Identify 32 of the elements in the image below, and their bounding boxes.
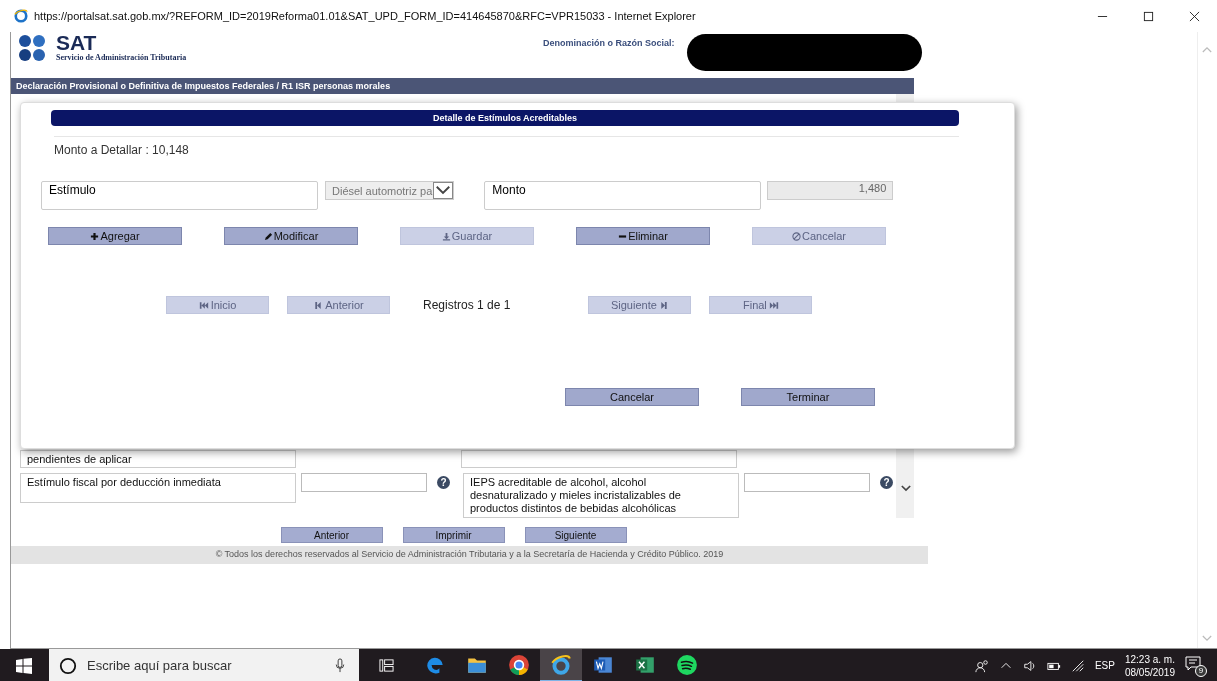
amount-text: Monto a Detallar : 10,148: [54, 136, 959, 157]
amount-field[interactable]: 1,480: [767, 181, 894, 200]
stimulus-dropdown[interactable]: Diésel automotriz pa: [325, 181, 455, 200]
window-title: https://portalsat.sat.gob.mx/?REFORM_ID=2019Reforma01.01&SAT_UPD_FORM_ID=414645870&RFC=VPR15033 - Internet Explorer: [34, 10, 697, 22]
action-button[interactable]: Eliminar: [576, 227, 710, 245]
footer-text: © Todos los derechos reservados al Servicio de Administración Tributaria y a la Secretaría de Hacienda y Crédito Público. 2019: [11, 546, 928, 564]
records-text: Registros 1 de 1: [423, 298, 511, 312]
action-button[interactable]: Modificar: [224, 227, 358, 245]
search-field[interactable]: Escribe aquí para buscar: [49, 649, 359, 681]
name-label: Denominación o Razón Social:: [543, 38, 675, 48]
action-button[interactable]: Agregar: [48, 227, 182, 245]
stimulus-label: Estímulo: [41, 181, 318, 210]
field-label: IEPS acreditable de alcohol, alcohol desnaturalizado y mieles incristalizables de productos distintos de bebidas alcohólicas: [463, 473, 739, 518]
help-button[interactable]: ?: [880, 476, 893, 489]
field-label: Estímulo fiscal por deducción inmediata: [20, 473, 296, 503]
dialog-button[interactable]: Cancelar: [565, 388, 699, 406]
field-label: pendientes de aplicar: [20, 450, 296, 468]
language-indicator[interactable]: ESP: [1094, 660, 1115, 671]
dialog-title: Detalle de Estímulos Acreditables: [51, 110, 959, 126]
help-button[interactable]: ?: [437, 476, 450, 489]
dialog-button[interactable]: Terminar: [741, 388, 875, 406]
notifications-button[interactable]: 9: [1185, 654, 1207, 677]
notification-count: 9: [1195, 664, 1207, 677]
logo-subtitle: Servicio de Administración Tributaria: [56, 53, 187, 62]
clock-date[interactable]: 08/05/2019: [1124, 665, 1175, 679]
breadcrumb-bar: Declaración Provisional o Definitiva de Impuestos Federales / R1 ISR personas morales: [11, 78, 914, 94]
logo-text: SAT: [56, 33, 98, 53]
page-button[interactable]: Siguiente: [524, 527, 627, 543]
clock-time[interactable]: 12:23 a. m.: [1124, 652, 1175, 666]
amount-label: Monto: [484, 181, 762, 210]
page-button[interactable]: Imprimir: [402, 527, 505, 543]
page-button[interactable]: Anterior: [280, 527, 383, 543]
